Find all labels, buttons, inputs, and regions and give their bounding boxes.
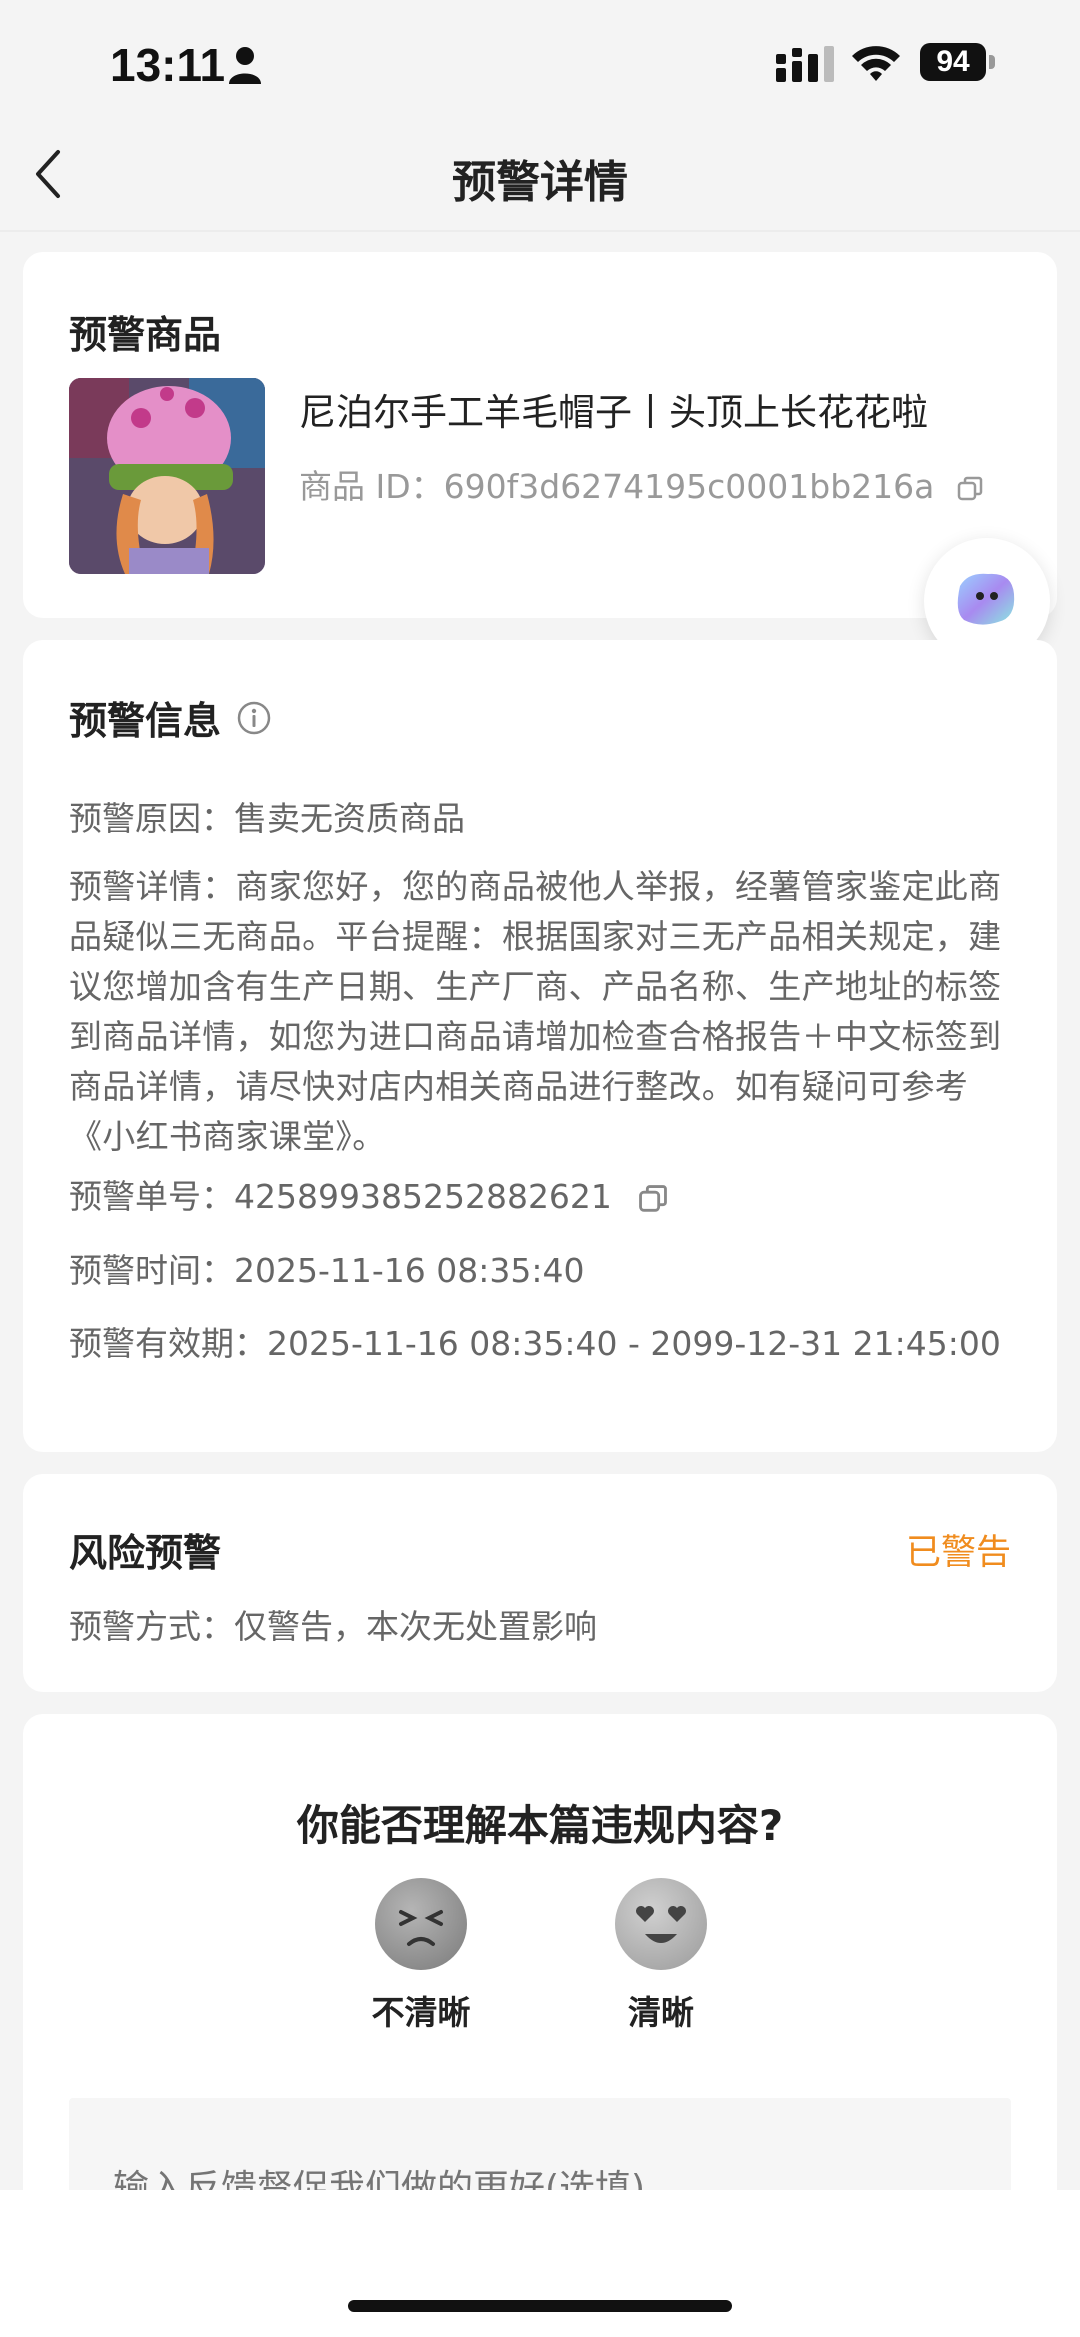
battery-tip <box>989 55 995 69</box>
warning-method: 预警方式：仅警告，本次无处置影响 <box>69 1600 597 1648</box>
risk-warning-card: 风险预警 已警告 预警方式：仅警告，本次无处置影响 <box>23 1474 1057 1692</box>
person-icon <box>229 47 261 84</box>
warning-order-label: 预警单号： <box>69 1177 234 1216</box>
warning-info-card: 预警信息 预警原因：售卖无资质商品 预警详情：商家您好，您的商品被他人举报，经薯… <box>23 640 1057 1452</box>
product-id-label: 商品 ID： <box>299 467 444 506</box>
section-title-product: 预警商品 <box>69 313 222 357</box>
warning-time-value: 2025-11-16 08:35:40 <box>234 1251 585 1290</box>
product-thumbnail[interactable] <box>69 378 265 574</box>
copy-icon[interactable] <box>636 1182 670 1216</box>
product-id: 商品 ID：690f3d6274195c0001bb216a <box>299 460 985 508</box>
frown-face-icon <box>399 1910 443 1946</box>
divider <box>0 230 1080 232</box>
heart-eyes-face-icon <box>636 1906 686 1943</box>
bottom-safe-area <box>0 2190 1080 2337</box>
warning-time-label: 预警时间： <box>69 1251 234 1290</box>
warning-validity-label: 预警有效期： <box>69 1324 267 1363</box>
product-id-value: 690f3d6274195c0001bb216a <box>443 467 935 506</box>
warning-reason: 预警原因：售卖无资质商品 <box>69 792 465 840</box>
product-card: 预警商品 尼泊尔手工羊毛帽子丨头顶上长花花啦 商品 ID：690f3d62741… <box>23 252 1057 618</box>
section-header-info: 预警信息 <box>69 690 271 745</box>
clear-face-icon[interactable] <box>615 1878 707 1970</box>
unclear-face-icon[interactable] <box>375 1878 467 1970</box>
wifi-icon <box>852 46 900 81</box>
info-icon[interactable] <box>237 701 271 735</box>
option-unclear-label[interactable]: 不清晰 <box>341 1986 501 2034</box>
warning-method-value: 仅警告，本次无处置影响 <box>234 1607 597 1646</box>
warning-detail-text: 预警详情：商家您好，您的商品被他人举报，经薯管家鉴定此商品疑似三无商品。平台提醒… <box>69 867 1002 1156</box>
battery-icon: 94 <box>920 43 986 81</box>
warning-reason-value: 售卖无资质商品 <box>234 799 465 838</box>
product-image <box>69 378 265 574</box>
copy-icon[interactable] <box>955 474 985 504</box>
home-indicator[interactable] <box>348 2300 732 2312</box>
warning-method-label: 预警方式： <box>69 1607 234 1646</box>
product-name[interactable]: 尼泊尔手工羊毛帽子丨头顶上长花花啦 <box>299 382 928 436</box>
option-clear-label[interactable]: 清晰 <box>581 1986 741 2034</box>
page-title: 预警详情 <box>452 157 628 208</box>
status-time: 13:11 <box>110 39 226 91</box>
warning-validity: 预警有效期：2025-11-16 08:35:40 - 2099-12-31 2… <box>69 1317 1001 1365</box>
warning-order-number: 预警单号：425899385252882621 <box>69 1170 670 1218</box>
section-title-risk: 风险预警 <box>69 1531 222 1575</box>
signal-icon <box>776 46 834 82</box>
warning-time: 预警时间：2025-11-16 08:35:40 <box>69 1244 584 1292</box>
section-title-info: 预警信息 <box>69 699 222 743</box>
warning-reason-label: 预警原因： <box>69 799 234 838</box>
status-badge: 已警告 <box>905 1533 1011 1573</box>
feedback-question: 你能否理解本篇违规内容? <box>296 1801 784 1850</box>
warning-validity-value: 2025-11-16 08:35:40 - 2099-12-31 21:45:0… <box>267 1324 1001 1363</box>
warning-order-value: 425899385252882621 <box>234 1177 612 1216</box>
